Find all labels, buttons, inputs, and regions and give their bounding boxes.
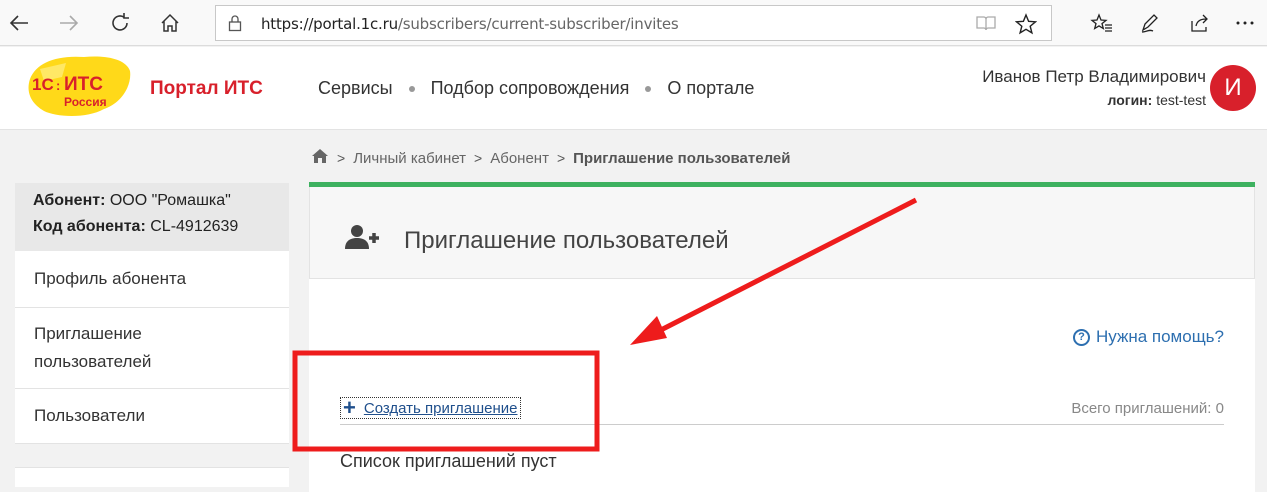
total-invitations: Всего приглашений: 0 <box>1071 400 1224 417</box>
breadcrumb-subscriber[interactable]: Абонент <box>490 150 549 167</box>
subscriber-info: Абонент: ООО "Ромашка" Код абонента: CL-… <box>15 183 289 251</box>
home-icon[interactable] <box>154 7 186 39</box>
nav-separator <box>408 85 415 92</box>
chevron-right-icon: > <box>556 150 566 166</box>
sidebar-item-users[interactable]: Пользователи <box>15 389 289 444</box>
refresh-icon[interactable] <box>104 7 136 39</box>
breadcrumb-current: Приглашение пользователей <box>573 149 791 167</box>
back-icon[interactable] <box>3 7 35 39</box>
chevron-right-icon: > <box>337 150 346 166</box>
empty-list-message: Список приглашений пуст <box>340 451 557 471</box>
card-header: Приглашение пользователей <box>309 187 1255 279</box>
sidebar-item-invitations[interactable]: Приглашение пользователей <box>15 308 289 389</box>
home-icon[interactable] <box>311 148 329 168</box>
plus-icon: + <box>343 395 356 420</box>
favorite-star-icon[interactable] <box>1014 13 1038 40</box>
create-invitation-button[interactable]: + Создать приглашение <box>340 397 521 419</box>
forward-icon[interactable] <box>53 7 85 39</box>
svg-text:ИТС: ИТС <box>64 74 103 95</box>
more-icon[interactable] <box>1229 7 1261 39</box>
pen-icon[interactable] <box>1134 7 1166 39</box>
favorites-icon[interactable] <box>1085 7 1117 39</box>
site-header: 1С : ИТС Россия Портал ИТС Сервисы Подбо… <box>0 47 1267 130</box>
breadcrumb-personal-cabinet[interactable]: Личный кабинет <box>353 150 466 167</box>
share-icon[interactable] <box>1183 7 1215 39</box>
sidebar-panel <box>15 467 289 487</box>
url-text: https://portal.1c.ru/subscribers/current… <box>261 15 679 33</box>
breadcrumb: > Личный кабинет > Абонент > Приглашение… <box>311 148 790 168</box>
svg-text::: : <box>56 78 60 93</box>
subscriber-name: ООО "Ромашка" <box>109 192 231 209</box>
svg-text:1С: 1С <box>32 75 54 94</box>
sidebar-item-profile[interactable]: Профиль абонента <box>15 251 289 308</box>
nav-item-about[interactable]: О портале <box>667 78 754 99</box>
reading-view-icon[interactable] <box>975 14 997 37</box>
avatar[interactable]: И <box>1210 65 1256 111</box>
help-link[interactable]: ? Нужна помощь? <box>1072 327 1224 347</box>
lock-icon <box>228 14 242 37</box>
user-login: логин: test-test <box>1107 92 1206 108</box>
question-icon: ? <box>1072 328 1090 346</box>
subscriber-code: CL-4912639 <box>150 218 239 235</box>
chevron-right-icon: > <box>474 150 483 166</box>
its-logo[interactable]: 1С : ИТС Россия <box>26 49 134 121</box>
page-title: Приглашение пользователей <box>404 227 729 254</box>
address-bar[interactable]: https://portal.1c.ru/subscribers/current… <box>215 5 1052 41</box>
nav-separator <box>645 85 652 92</box>
add-user-icon <box>345 224 381 255</box>
user-name[interactable]: Иванов Петр Владимирович <box>982 67 1206 87</box>
portal-title[interactable]: Портал ИТС <box>150 78 263 100</box>
main-nav: Сервисы Подбор сопровождения О портале <box>318 78 754 99</box>
nav-item-support-selection[interactable]: Подбор сопровождения <box>431 78 630 99</box>
svg-text:Россия: Россия <box>64 95 107 109</box>
divider <box>340 424 1224 425</box>
browser-toolbar: https://portal.1c.ru/subscribers/current… <box>0 0 1267 46</box>
invitations-card: Приглашение пользователей ? Нужна помощь… <box>309 182 1255 492</box>
nav-item-services[interactable]: Сервисы <box>318 78 393 99</box>
